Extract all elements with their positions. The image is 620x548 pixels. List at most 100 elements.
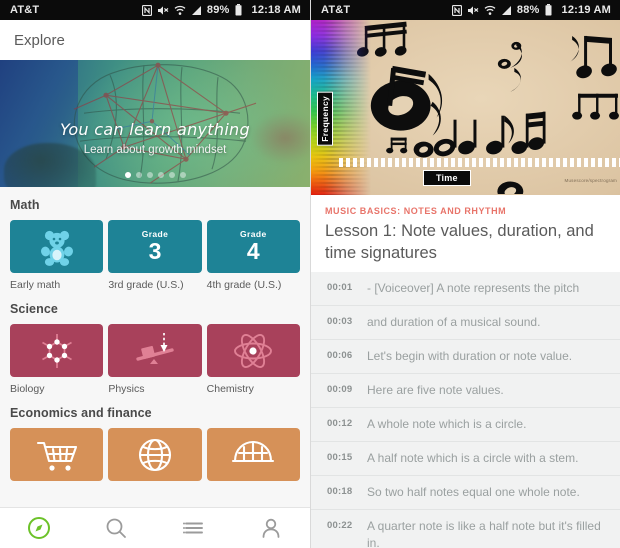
card-label: Physics [108,383,145,395]
transcript-text: A half note which is a circle with a ste… [367,451,579,466]
grade-badge: Grade 3 [142,230,169,264]
globe-icon [138,438,172,471]
left-status-bar: AT&T 89% 12:18 AM [0,0,310,20]
card-thumbnail[interactable]: Grade 4 [206,220,300,273]
transcript-row[interactable]: 00:15 A half note which is a circle with… [311,442,620,477]
subject-card-finance[interactable] [206,428,300,487]
subject-card-4th-grade[interactable]: Grade 4 4th grade (U.S.) [206,220,300,291]
hero-subtitle: Learn about growth mindset [83,144,227,156]
left-phone-screen: AT&T 89% 12:18 AM Explore You can learn … [0,0,310,548]
shopping-cart-icon [36,441,77,471]
cellular-signal-icon [191,5,202,16]
battery-percent-label: 89% [206,4,230,16]
clock-label: 12:18 AM [251,4,301,16]
card-thumbnail[interactable] [108,324,202,377]
nav-item-explore[interactable] [0,508,78,548]
transcript-timestamp: 00:22 [327,520,353,532]
grade-number: 4 [246,238,260,265]
page-title: Explore [14,31,65,49]
bookmarks-list-icon [182,522,203,534]
card-thumbnail[interactable]: Grade 3 [108,220,202,273]
bottom-navigation-bar[interactable] [0,507,310,548]
transcript-row[interactable]: 00:06 Let's begin with duration or note … [311,340,620,375]
card-row [10,428,300,487]
card-thumbnail[interactable] [108,428,202,481]
carrier-label: AT&T [10,4,40,16]
subject-card-biology[interactable]: Biology [10,324,104,395]
nav-item-search[interactable] [78,508,156,548]
transcript-timestamp: 00:03 [327,316,353,328]
battery-icon [235,4,242,16]
carousel-dots[interactable] [0,172,310,178]
carousel-dot[interactable] [146,172,153,178]
transcript-row[interactable]: 00:12 A whole note which is a circle. [311,408,620,443]
card-thumbnail[interactable] [10,324,104,377]
transcript-text: and duration of a musical sound. [367,315,541,330]
video-player[interactable]: Frequency Time Musescore/spectrogram [311,20,620,195]
mute-icon [467,5,479,16]
cellular-signal-icon [501,5,512,16]
nfc-icon [141,4,152,16]
transcript-timestamp: 00:09 [327,384,353,396]
battery-percent-label: 88% [516,4,540,16]
carousel-dot[interactable] [168,172,175,178]
nfc-icon [451,4,462,16]
carousel-dot[interactable] [157,172,164,178]
carousel-dot[interactable] [135,172,142,178]
transcript-row[interactable]: 00:09 Here are five note values. [311,374,620,409]
nav-item-profile[interactable] [233,508,311,548]
card-thumbnail[interactable] [10,428,104,481]
subject-card-3rd-grade[interactable]: Grade 3 3rd grade (U.S.) [108,220,202,291]
transcript-timestamp: 00:12 [327,418,353,430]
carousel-dot[interactable] [124,172,131,178]
transcript-timestamp: 00:18 [327,486,353,498]
transcript-row[interactable]: 00:01 - [Voiceover] A note represents th… [311,272,620,307]
card-label: 4th grade (U.S.) [206,279,282,291]
lesson-header: MUSIC BASICS: NOTES AND RHYTHM Lesson 1:… [311,195,620,275]
grade-badge: Grade 4 [240,230,267,264]
transcript-text: Let's begin with duration or note value. [367,349,573,364]
card-thumbnail[interactable] [206,324,300,377]
nav-item-bookmarks[interactable] [155,508,233,548]
subject-card-microeconomics[interactable] [10,428,104,487]
section-title: Economics and finance [10,406,152,420]
subject-card-macroeconomics[interactable] [108,428,202,487]
video-watermark: Musescore/spectrogram [564,178,617,183]
search-icon [106,518,127,538]
transcript-timestamp: 00:06 [327,350,353,362]
explore-header: Explore [0,20,310,60]
transcript-timestamp: 00:15 [327,452,353,464]
card-thumbnail[interactable] [206,428,300,481]
transcript-text: A whole note which is a circle. [367,417,527,432]
grade-word: Grade [240,228,267,239]
card-thumbnail[interactable] [10,220,104,273]
course-breadcrumb: MUSIC BASICS: NOTES AND RHYTHM [325,206,507,216]
wifi-icon [174,5,186,16]
battery-icon [545,4,552,16]
subject-card-physics[interactable]: Physics [108,324,202,395]
carousel-dot[interactable] [179,172,186,178]
transcript-row[interactable]: 00:03 and duration of a musical sound. [311,306,620,341]
time-axis-label: Time [423,170,471,186]
clock-label: 12:19 AM [561,4,611,16]
card-label: 3rd grade (U.S.) [108,279,184,291]
transcript-text: Here are five note values. [367,383,504,398]
section-science: Science Biology Physics Chemistry [0,291,310,395]
transcript-row[interactable]: 00:18 So two half notes equal one whole … [311,476,620,511]
lesson-title: Lesson 1: Note values, duration, and tim… [325,222,594,262]
mute-icon [157,5,169,16]
explore-subject-list[interactable]: Math Early math Grade 3 3rd grade (U.S.)… [0,187,310,548]
dual-screenshot-container: AT&T 89% 12:18 AM Explore You can learn … [0,0,620,548]
grade-number: 3 [148,238,162,265]
card-row: Early math Grade 3 3rd grade (U.S.) Grad… [10,220,300,291]
section-economics: Economics and finance [0,395,310,487]
hero-banner[interactable]: You can learn anything Learn about growt… [0,60,310,187]
transcript-list[interactable]: 00:01 - [Voiceover] A note represents th… [311,272,620,548]
subject-card-early-math[interactable]: Early math [10,220,104,291]
transcript-text: A quarter note is like a half note but i… [367,519,601,548]
transcript-row[interactable]: 00:22 A quarter note is like a half note… [311,510,620,548]
lever-gravity-icon [136,332,174,364]
transcript-timestamp: 00:01 [327,282,353,293]
card-label: Chemistry [206,383,254,395]
subject-card-chemistry[interactable]: Chemistry [206,324,300,395]
